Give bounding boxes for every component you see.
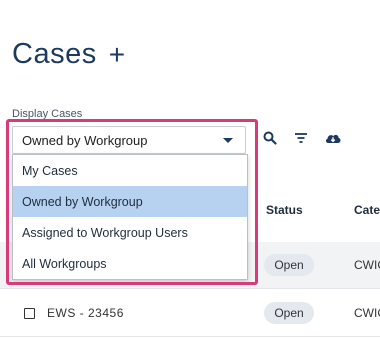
row-checkbox[interactable] [24,308,35,319]
column-status[interactable]: Status [266,203,303,217]
option-my-cases[interactable]: My Cases [13,155,247,186]
display-cases-select[interactable]: Owned by Workgroup [12,126,246,154]
cloud-download-icon[interactable] [324,130,342,146]
option-all-workgroups[interactable]: All Workgroups [13,248,247,279]
category-cell: CWIC [354,258,380,272]
display-cases-label: Display Cases [12,108,83,120]
caret-down-icon [223,138,233,143]
case-id-link[interactable]: EWS - 23456 [47,306,124,320]
table-row[interactable]: EWS - 23456 Open CWIC [0,290,380,337]
cases-page: Cases + Display Cases Owned by Workgroup… [0,0,380,339]
display-cases-dropdown: My Cases Owned by Workgroup Assigned to … [12,154,248,280]
page-title: Cases [12,38,97,70]
filter-icon[interactable] [293,130,309,146]
select-value: Owned by Workgroup [22,132,148,148]
option-assigned-to-workgroup-users[interactable]: Assigned to Workgroup Users [13,217,247,248]
title-row: Cases + [12,38,125,71]
status-badge: Open [264,254,314,276]
add-case-button[interactable]: + [109,40,125,69]
search-icon[interactable] [262,130,278,146]
column-category[interactable]: Cate [354,203,380,217]
option-owned-by-workgroup[interactable]: Owned by Workgroup [13,186,247,217]
category-cell: CWIC [354,306,380,320]
status-badge: Open [264,302,314,324]
